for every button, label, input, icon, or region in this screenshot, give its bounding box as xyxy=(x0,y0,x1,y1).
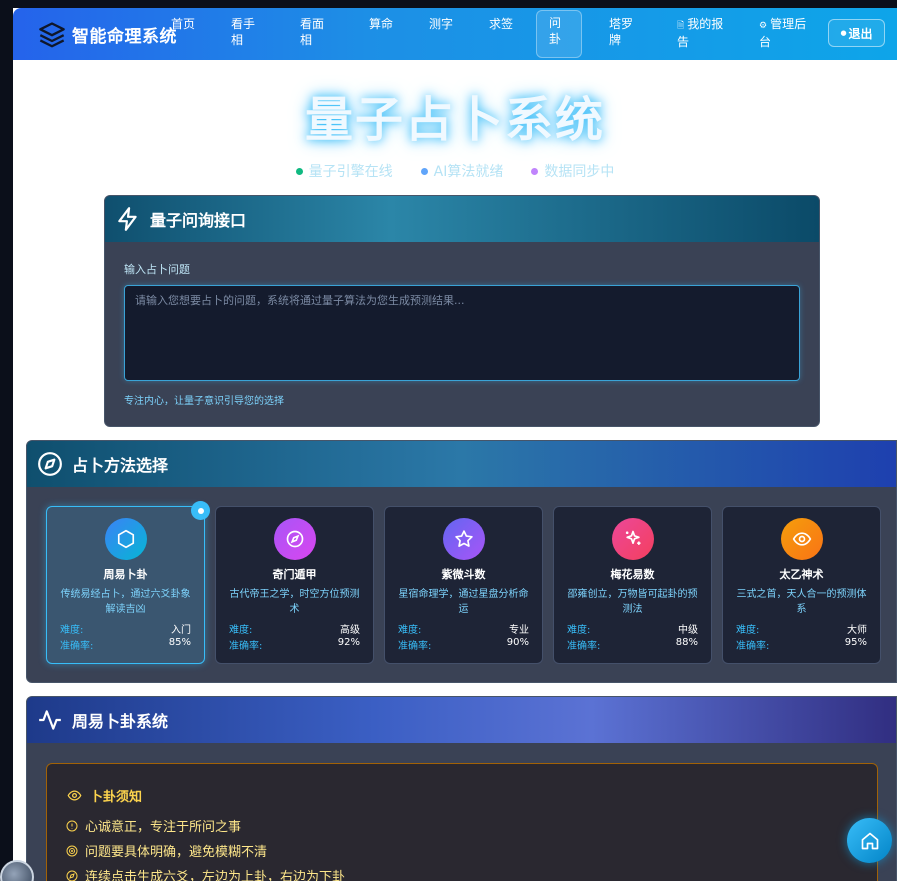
compass-icon xyxy=(273,518,316,560)
question-hint: 专注内心，让量子意识引导您的选择 xyxy=(124,396,284,407)
method-desc: 邵雍创立，万物皆可起卦的预测法 xyxy=(567,589,698,615)
logout-button[interactable]: ● 退出 xyxy=(828,19,885,47)
status-ai: AI算法就绪 xyxy=(420,161,503,181)
nav-item-face[interactable]: 看面相 xyxy=(300,16,330,48)
target-icon xyxy=(66,845,78,856)
method-accuracy: 准确率: 88% xyxy=(567,637,698,652)
zhouyi-panel: 周易卜卦系统 卜卦须知 心诚意正，专注于所问之事 问题要具体明确，避免模糊不清 … xyxy=(26,696,897,881)
question-label: 输入占卜问题 xyxy=(124,263,190,276)
selected-indicator-icon xyxy=(191,501,210,520)
notice-item: 心诚意正，专注于所问之事 xyxy=(66,816,241,835)
question-input[interactable] xyxy=(124,285,800,381)
method-accuracy: 准确率: 90% xyxy=(398,637,529,652)
method-accuracy: 准确率: 92% xyxy=(229,637,360,652)
zhouyi-panel-title: 周易卜卦系统 xyxy=(72,712,169,731)
zhouyi-panel-header: 周易卜卦系统 xyxy=(27,697,896,743)
method-name: 梅花易数 xyxy=(610,568,655,581)
eye-icon xyxy=(780,518,823,560)
logout-icon: ● xyxy=(840,29,847,37)
top-navbar: 智能命理系统 首页 看手相 看面相 算命 测字 求签 问卦 塔罗牌 🗎 我的报告 … xyxy=(13,8,897,60)
info-icon xyxy=(66,820,78,831)
status-sync: 数据同步中 xyxy=(531,161,614,181)
method-desc: 三式之首，天人合一的预测体系 xyxy=(736,589,867,615)
notice-item: 问题要具体明确，避免模糊不清 xyxy=(66,841,267,860)
nav-item-palm[interactable]: 看手相 xyxy=(231,16,261,48)
method-difficulty: 难度: 高级 xyxy=(229,625,360,636)
status-row: 量子引擎在线 AI算法就绪 数据同步中 xyxy=(13,161,897,181)
method-card-ziwei[interactable]: 紫微斗数 星宿命理学，通过星盘分析命运 难度: 专业 准确率: 90% xyxy=(384,506,543,664)
compass-icon xyxy=(66,870,78,881)
method-name: 周易卜卦 xyxy=(103,568,148,581)
method-card-qimen[interactable]: 奇门遁甲 古代帝王之学，时空方位预测术 难度: 高级 准确率: 92% xyxy=(215,506,374,664)
nav-item-home[interactable]: 首页 xyxy=(171,16,201,32)
method-difficulty: 难度: 专业 xyxy=(398,625,529,636)
method-name: 奇门遁甲 xyxy=(272,568,317,581)
nav-item-divination[interactable]: 问卦 xyxy=(536,10,582,58)
home-icon xyxy=(861,832,878,849)
page-title: 量子占卜系统 xyxy=(304,92,605,148)
hexagon-icon xyxy=(104,518,147,560)
lightning-icon xyxy=(118,207,137,231)
method-panel-header: 占卜方法选择 xyxy=(27,441,896,487)
gear-icon: ⚙ xyxy=(759,21,768,31)
status-dot-icon xyxy=(420,167,428,175)
method-desc: 星宿命理学，通过星盘分析命运 xyxy=(398,589,529,615)
nav-item-character[interactable]: 测字 xyxy=(429,16,459,32)
method-name: 太乙神术 xyxy=(779,568,824,581)
status-dot-icon xyxy=(531,167,539,175)
query-panel-title: 量子问询接口 xyxy=(150,211,247,230)
query-panel-header: 量子问询接口 xyxy=(105,196,819,242)
query-panel: 量子问询接口 输入占卜问题 专注内心，让量子意识引导您的选择 xyxy=(104,195,820,427)
home-button[interactable] xyxy=(847,818,892,863)
method-name: 紫微斗数 xyxy=(441,568,486,581)
method-difficulty: 难度: 入门 xyxy=(60,625,191,636)
status-dot-icon xyxy=(295,167,303,175)
method-card-meihua[interactable]: 梅花易数 邵雍创立，万物皆可起卦的预测法 难度: 中级 准确率: 88% xyxy=(553,506,712,664)
pulse-icon xyxy=(39,710,61,730)
star-icon xyxy=(442,518,485,560)
brand-name: 智能命理系统 xyxy=(72,26,177,47)
document-icon: 🗎 xyxy=(677,21,685,31)
method-accuracy: 准确率: 85% xyxy=(60,637,191,652)
nav-item-admin[interactable]: ⚙ 管理后台 xyxy=(759,16,811,50)
method-desc: 古代帝王之学，时空方位预测术 xyxy=(229,589,360,615)
layers-icon xyxy=(39,22,65,48)
notice-box: 卜卦须知 心诚意正，专注于所问之事 问题要具体明确，避免模糊不清 连续点击生成六… xyxy=(46,763,878,881)
method-card-zhouyi[interactable]: 周易卜卦 传统易经占卜，通过六爻卦象解读吉凶 难度: 入门 准确率: 85% xyxy=(46,501,210,664)
compass-icon xyxy=(38,452,62,476)
nav-item-reports[interactable]: 🗎 我的报告 xyxy=(677,16,729,50)
method-card-taiyi[interactable]: 太乙神术 三式之首，天人合一的预测体系 难度: 大师 准确率: 95% xyxy=(722,506,881,664)
notice-title: 卜卦须知 xyxy=(67,786,142,805)
method-difficulty: 难度: 大师 xyxy=(736,625,867,636)
method-panel: 占卜方法选择 周易卜卦 传统易经占卜，通过六爻卦象解读吉凶 难度: 入门 准确率… xyxy=(26,440,897,683)
method-panel-title: 占卜方法选择 xyxy=(72,456,169,475)
notice-item: 连续点击生成六爻，左边为上卦，右边为下卦 xyxy=(66,866,345,881)
brand[interactable]: 智能命理系统 xyxy=(37,20,177,48)
sparkle-icon xyxy=(611,518,654,560)
status-engine: 量子引擎在线 xyxy=(295,161,393,181)
nav-item-tarot[interactable]: 塔罗牌 xyxy=(609,16,639,48)
nav-item-fortune[interactable]: 算命 xyxy=(369,16,399,32)
method-cards: 周易卜卦 传统易经占卜，通过六爻卦象解读吉凶 难度: 入门 准确率: 85% 奇… xyxy=(46,501,881,664)
eye-icon xyxy=(67,790,82,801)
app-page: 智能命理系统 首页 看手相 看面相 算命 测字 求签 问卦 塔罗牌 🗎 我的报告 … xyxy=(13,8,897,881)
method-desc: 传统易经占卜，通过六爻卦象解读吉凶 xyxy=(60,589,191,615)
method-accuracy: 准确率: 95% xyxy=(736,637,867,652)
method-difficulty: 难度: 中级 xyxy=(567,625,698,636)
nav-item-lot[interactable]: 求签 xyxy=(489,16,519,32)
